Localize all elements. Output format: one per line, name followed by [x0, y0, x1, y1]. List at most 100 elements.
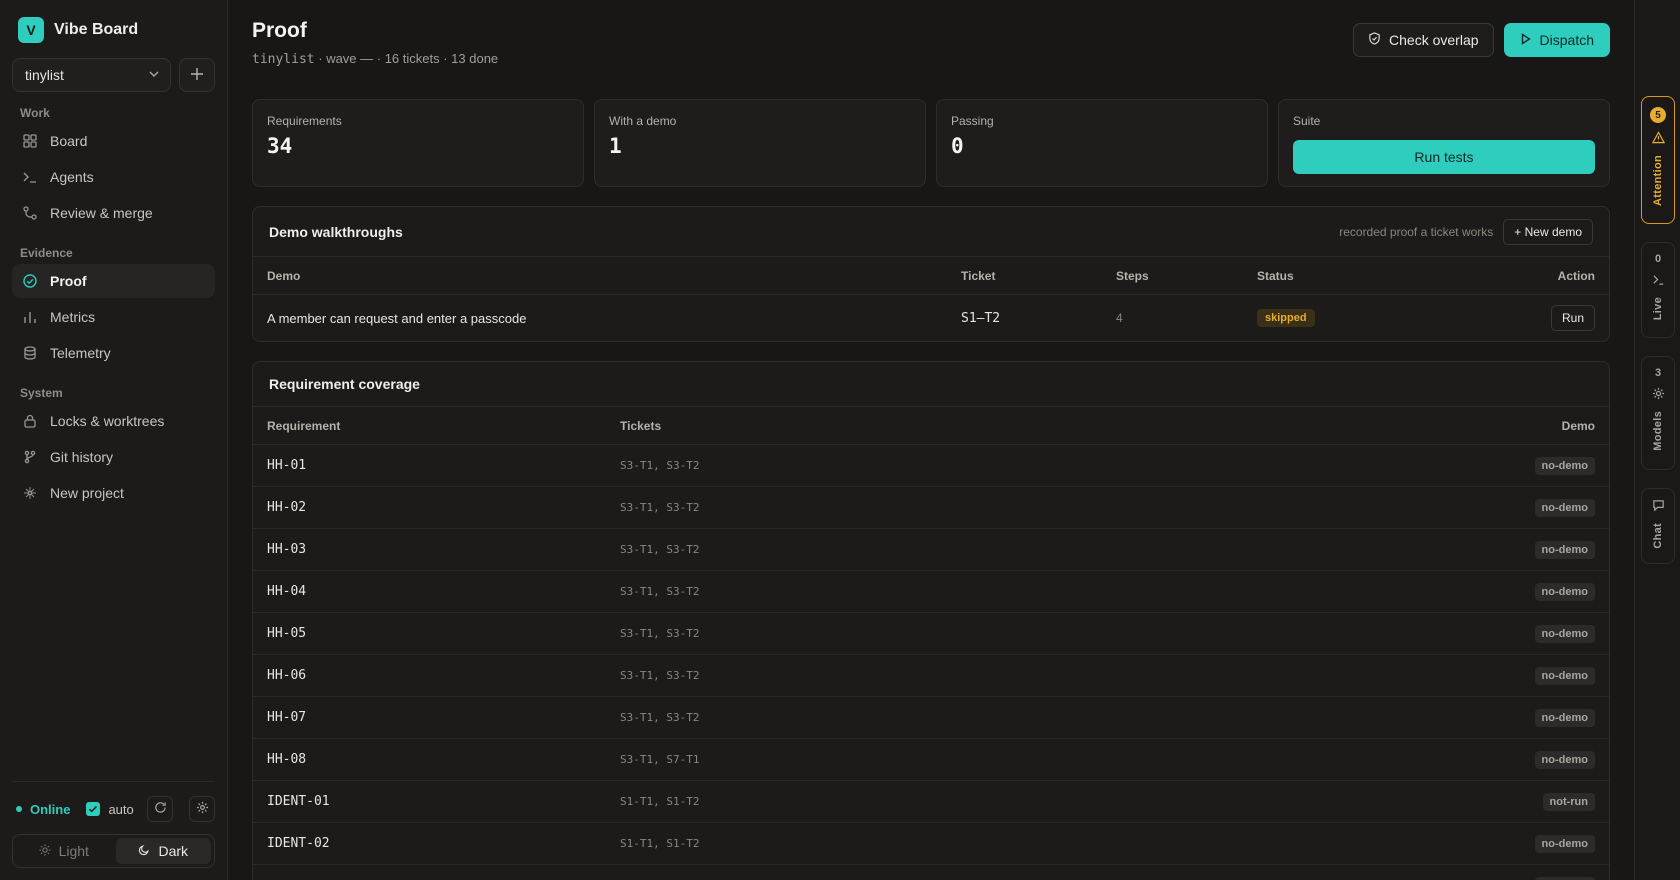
- requirement-id: IDENT-02: [267, 836, 330, 851]
- rail-tab-live[interactable]: 0 Live: [1641, 242, 1675, 338]
- sidebar-item-review-merge[interactable]: Review & merge: [12, 196, 215, 230]
- brand[interactable]: V Vibe Board: [12, 14, 215, 44]
- check-circle-icon: [22, 273, 38, 289]
- sidebar-item-label: Proof: [50, 273, 87, 289]
- play-icon: [1520, 32, 1532, 48]
- demo-ticket: S1–T2: [961, 310, 1001, 326]
- status-badge: no-demo: [1534, 750, 1595, 769]
- sidebar-item-git-history[interactable]: Git history: [12, 440, 215, 474]
- check-overlap-button[interactable]: Check overlap: [1353, 23, 1494, 57]
- rail-tab-models[interactable]: 3 Models: [1641, 356, 1675, 470]
- status-badge: no-demo: [1534, 582, 1595, 601]
- run-demo-button[interactable]: Run: [1550, 305, 1595, 331]
- sidebar: V Vibe Board tinylist Work Board Agents …: [0, 0, 228, 880]
- run-tests-button[interactable]: Run tests: [1293, 140, 1595, 174]
- col-demo: Demo: [1561, 418, 1595, 433]
- theme-light-button[interactable]: Light: [16, 838, 112, 864]
- col-demo: Demo: [267, 268, 301, 283]
- stat-card-requirements: Requirements 34: [252, 99, 584, 187]
- gear-icon: [1652, 387, 1665, 403]
- requirement-tickets: S3-T1, S7-T1: [620, 753, 700, 766]
- status-badge: skipped: [1257, 309, 1315, 327]
- git-branch-icon: [22, 449, 38, 465]
- plus-icon: [190, 65, 204, 86]
- table-row: HH-05 S3-T1, S3-T2 no-demo: [253, 613, 1609, 655]
- online-status: Online: [30, 801, 71, 817]
- status-badge: no-demo: [1534, 624, 1595, 643]
- stat-label: Requirements: [267, 114, 342, 128]
- col-requirement: Requirement: [267, 418, 341, 433]
- requirement-demo-cell: no-demo: [1475, 498, 1595, 517]
- table-row: A member can request and enter a passcod…: [253, 295, 1609, 341]
- requirement-id: HH-06: [267, 668, 307, 683]
- subtitle-details: · wave — · 16 tickets · 13 done: [318, 51, 499, 66]
- stat-card-passing: Passing 0: [936, 99, 1268, 187]
- sparkle-icon: [22, 485, 38, 501]
- sidebar-item-proof[interactable]: Proof: [12, 264, 215, 298]
- rail-tab-attention[interactable]: 5 Attention: [1641, 96, 1675, 224]
- requirement-demo-cell: no-demo: [1475, 708, 1595, 727]
- app: V Vibe Board tinylist Work Board Agents …: [0, 0, 1680, 880]
- table-row: HH-02 S3-T1, S3-T2 no-demo: [253, 487, 1609, 529]
- auto-checkbox[interactable]: [86, 802, 101, 816]
- requirement-tickets: S1-T1, S1-T2: [620, 837, 700, 850]
- demo-status-cell: skipped: [1257, 309, 1447, 327]
- sidebar-item-agents[interactable]: Agents: [12, 160, 215, 194]
- status-row: Online auto: [12, 794, 215, 824]
- nav-section-system: System: [20, 386, 63, 400]
- requirement-tickets: S3-T1, S3-T2: [620, 585, 700, 598]
- sidebar-item-new-project[interactable]: New project: [12, 476, 215, 510]
- stat-card-with-demo: With a demo 1: [594, 99, 926, 187]
- sidebar-item-metrics[interactable]: Metrics: [12, 300, 215, 334]
- add-project-button[interactable]: [179, 58, 215, 92]
- requirement-tickets: S3-T1, S3-T2: [620, 501, 700, 514]
- sidebar-item-label: Metrics: [50, 309, 96, 325]
- sidebar-item-label: Git history: [50, 449, 114, 465]
- brand-name: Vibe Board: [54, 21, 139, 38]
- requirement-tickets: S3-T1, S3-T2: [620, 669, 700, 682]
- chat-icon: [1652, 499, 1665, 515]
- online-dot-icon: [16, 806, 22, 812]
- brand-logo: V: [18, 17, 44, 43]
- page-title: Proof: [252, 19, 307, 42]
- shield-check-icon: [1368, 32, 1381, 48]
- nav-section-evidence: Evidence: [20, 246, 73, 260]
- refresh-button[interactable]: [147, 796, 173, 822]
- stat-value: 0: [951, 134, 964, 158]
- new-demo-button[interactable]: + New demo: [1503, 218, 1593, 245]
- sidebar-item-telemetry[interactable]: Telemetry: [12, 336, 215, 370]
- settings-button[interactable]: [189, 796, 215, 822]
- requirement-id: HH-03: [267, 542, 307, 557]
- rail-tab-label: Attention: [1652, 155, 1664, 206]
- requirement-id: HH-04: [267, 584, 307, 599]
- col-tickets: Tickets: [620, 418, 662, 433]
- dispatch-label: Dispatch: [1539, 32, 1594, 48]
- database-icon: [22, 345, 38, 361]
- requirement-id: HH-08: [267, 752, 307, 767]
- stat-value: 1: [609, 134, 622, 158]
- requirement-demo-cell: not-run: [1475, 792, 1595, 811]
- rail-tab-chat[interactable]: Chat: [1641, 488, 1675, 564]
- project-row: tinylist: [12, 58, 215, 92]
- dispatch-button[interactable]: Dispatch: [1503, 23, 1610, 57]
- requirement-coverage-panel: Requirement coverage Requirement Tickets…: [252, 361, 1610, 880]
- sidebar-footer: Online auto Light Dark: [12, 781, 215, 868]
- live-count: 0: [1654, 253, 1662, 265]
- requirement-tickets: S3-T1, S3-T2: [620, 627, 700, 640]
- sidebar-item-label: Board: [50, 133, 88, 149]
- sidebar-item-board[interactable]: Board: [12, 124, 215, 158]
- sidebar-item-locks-worktrees[interactable]: Locks & worktrees: [12, 404, 215, 438]
- panel-header: Requirement coverage: [253, 362, 1609, 407]
- theme-dark-button[interactable]: Dark: [115, 838, 211, 864]
- chevron-down-icon: [148, 67, 160, 83]
- stat-label: Suite: [1293, 114, 1321, 128]
- project-select[interactable]: tinylist: [12, 58, 171, 92]
- requirement-id: HH-02: [267, 500, 307, 515]
- merge-icon: [22, 205, 38, 221]
- gear-icon: [196, 801, 209, 817]
- requirement-id: HH-05: [267, 626, 307, 641]
- table-row: HH-03 S3-T1, S3-T2 no-demo: [253, 529, 1609, 571]
- requirement-demo-cell: no-demo: [1475, 834, 1595, 853]
- nav-section-work: Work: [20, 106, 50, 120]
- table-row: HH-01 S3-T1, S3-T2 no-demo: [253, 445, 1609, 487]
